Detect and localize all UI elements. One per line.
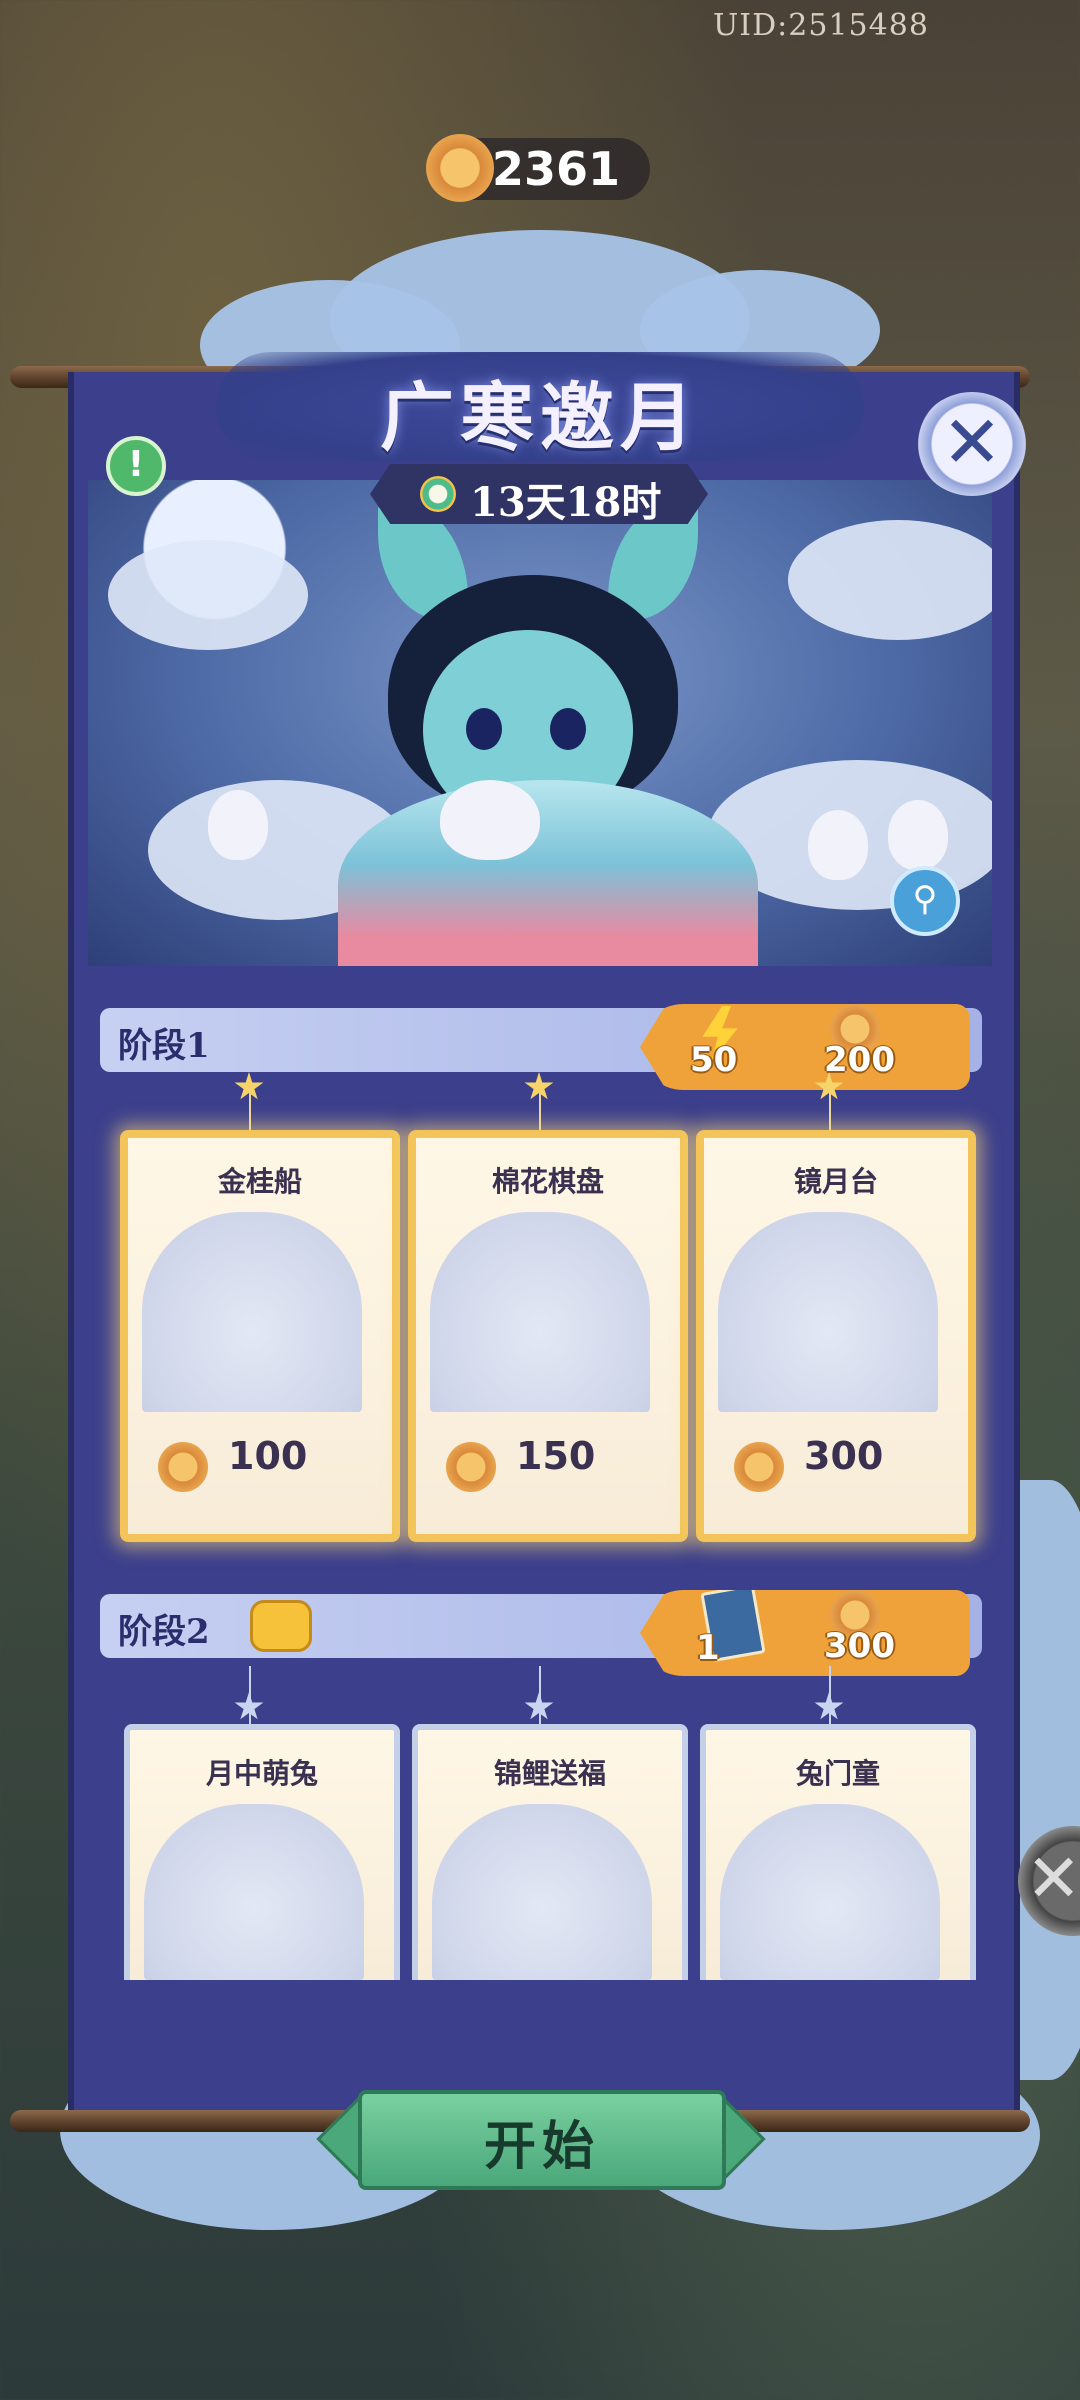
- stage-2-cards-reward: 1: [696, 1628, 720, 1668]
- item-name: 月中萌兔: [205, 1757, 318, 1790]
- stage-1-rewards: 50 200: [640, 1004, 970, 1090]
- item-card[interactable]: 棉花棋盘 150: [408, 1130, 688, 1542]
- item-price: 100: [228, 1434, 308, 1478]
- clock-icon: [420, 476, 456, 512]
- item-card-locked[interactable]: 锦鲤送福: [412, 1724, 688, 1980]
- item-price: 150: [516, 1434, 596, 1478]
- user-id: UID:2515488: [713, 8, 929, 43]
- item-name: 金桂船: [217, 1165, 302, 1198]
- item-card[interactable]: 镜月台 300: [696, 1130, 976, 1542]
- item-card-locked[interactable]: 兔门童: [700, 1724, 976, 1980]
- lucky-bag-icon: [250, 1600, 312, 1652]
- item-image: [432, 1804, 652, 1980]
- item-name: 锦鲤送福: [493, 1757, 606, 1790]
- item-card-locked[interactable]: 月中萌兔: [124, 1724, 400, 1980]
- event-hero-illustration: [88, 480, 992, 966]
- close-icon: ✕: [941, 400, 1003, 484]
- item-name: 镜月台: [793, 1165, 878, 1198]
- item-name: 兔门童: [795, 1757, 880, 1790]
- start-button[interactable]: 开始: [358, 2090, 726, 2190]
- mooncake-icon: [426, 134, 494, 202]
- close-button[interactable]: ✕: [916, 392, 1028, 496]
- item-image: [142, 1212, 362, 1412]
- mooncake-icon: [734, 1442, 784, 1492]
- info-icon[interactable]: !: [106, 436, 166, 496]
- stage-1-mooncake-reward: 200: [824, 1040, 895, 1080]
- stage-2-mooncake-reward: 300: [824, 1626, 895, 1666]
- stage-2-label: 阶段2: [118, 1612, 210, 1652]
- item-name: 棉花棋盘: [491, 1165, 604, 1198]
- item-image: [720, 1804, 940, 1980]
- stage-1-label: 阶段1: [118, 1026, 210, 1066]
- item-card[interactable]: 金桂船 100: [120, 1130, 400, 1542]
- currency-display: 2361: [426, 134, 650, 202]
- item-image: [718, 1212, 938, 1412]
- mooncake-icon: [446, 1442, 496, 1492]
- item-image: [430, 1212, 650, 1412]
- event-timer: 13天18时: [370, 464, 708, 524]
- mooncake-icon: [158, 1442, 208, 1492]
- timer-text: 13天18时: [470, 479, 662, 526]
- item-image: [144, 1804, 364, 1980]
- start-button-label: 开始: [483, 2116, 600, 2177]
- stage-1-energy-reward: 50: [690, 1040, 738, 1080]
- magnifier-icon[interactable]: ⚲: [890, 866, 960, 936]
- stage-2-rewards: 1 300: [640, 1590, 970, 1676]
- close-icon: ✕: [1026, 1840, 1080, 1917]
- item-price: 300: [804, 1434, 884, 1478]
- currency-amount: 2361: [492, 142, 621, 196]
